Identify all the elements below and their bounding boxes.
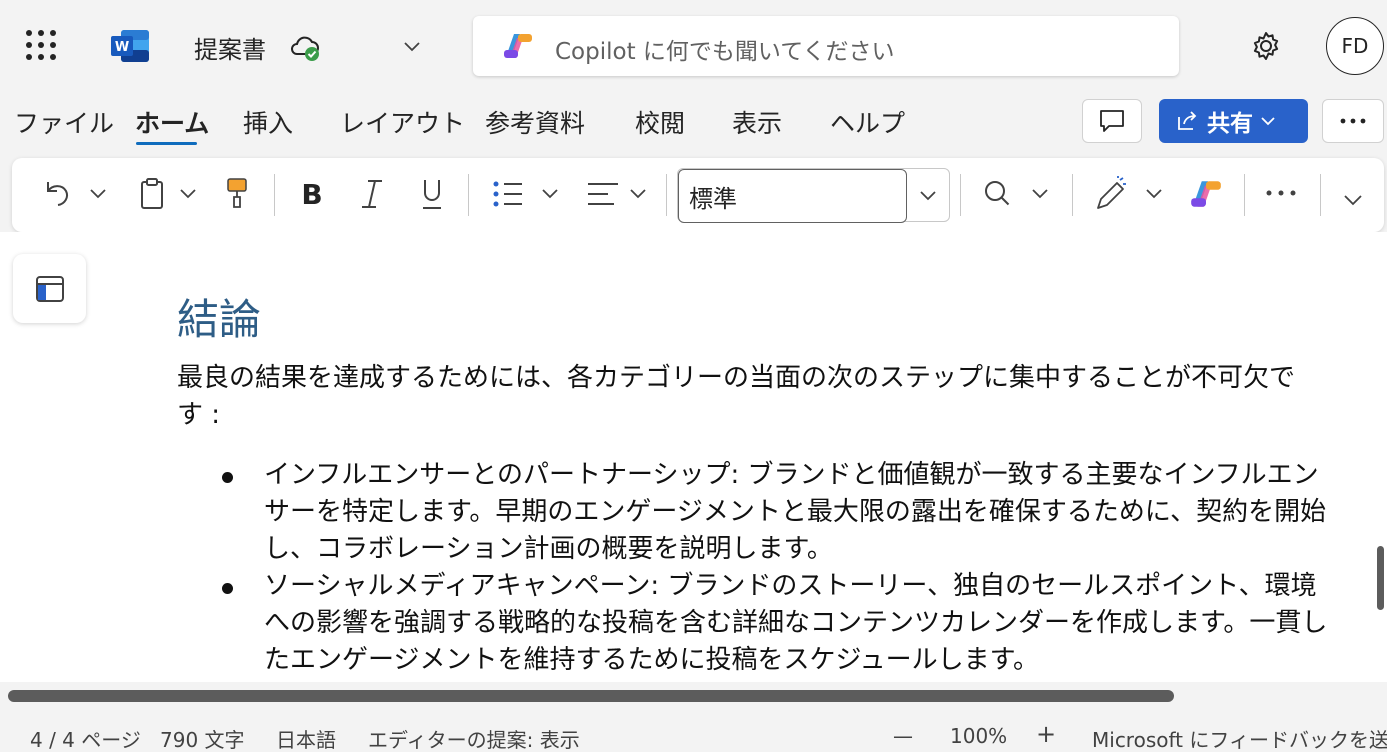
comments-button[interactable] [1082,99,1142,143]
title-bar: W 提案書 Copilot に何でも聞いてください FD [0,0,1387,92]
editor-chevron-down-icon[interactable] [1144,184,1164,204]
document-canvas[interactable]: 結論 最良の結果を達成するためには、各カテゴリーの当面の次のステップに集中するこ… [0,232,1387,682]
list-item[interactable]: ソーシャルメディアキャンペーン: ブランドのストーリー、独自のセールスポイント、… [222,568,1332,679]
list-item-text: ソーシャルメディアキャンペーン: ブランドのストーリー、独自のセールスポイント、… [264,571,1328,675]
copilot-icon [504,34,532,58]
style-input[interactable] [678,169,907,223]
tab-home[interactable]: ホーム [135,104,209,140]
home-toolbar: B [12,158,1384,232]
copilot-search-placeholder: Copilot に何でも聞いてください [555,39,895,65]
editor-suggestions-status[interactable]: エディターの提案: 表示 [368,724,580,752]
ribbon-tabs: ファイル ホーム 挿入 レイアウト 参考資料 校閲 表示 ヘルプ [0,92,1000,152]
zoom-in-button[interactable]: + [1036,720,1056,748]
bullet-dot [222,583,233,594]
italic-icon[interactable] [358,176,386,212]
svg-text:W: W [115,40,129,55]
format-painter-icon[interactable] [224,176,250,212]
underline-icon[interactable] [418,176,446,212]
more-options-button[interactable] [1322,99,1384,143]
vertical-scrollbar-thumb[interactable] [1377,546,1384,610]
toolbar-separator [468,174,469,216]
comment-icon [1100,110,1124,132]
copilot-toolbar-icon[interactable] [1188,176,1224,212]
share-label: 共有 [1207,111,1253,137]
toolbar-more-icon[interactable] [1264,188,1298,198]
bullets-chevron-down-icon[interactable] [540,184,560,204]
user-avatar[interactable]: FD [1326,17,1384,75]
ellipsis-icon [1340,118,1366,124]
page-count[interactable]: 4 / 4 ページ [30,724,141,752]
tab-references[interactable]: 参考資料 [485,104,585,140]
undo-icon[interactable] [42,176,72,210]
align-chevron-down-icon[interactable] [628,184,648,204]
toolbar-separator [666,174,667,216]
gear-icon[interactable] [1250,30,1282,62]
copilot-search-box[interactable]: Copilot に何でも聞いてください [473,16,1179,76]
toolbar-separator [1320,174,1321,216]
tab-insert[interactable]: 挿入 [243,104,293,140]
share-icon [1178,111,1197,130]
title-chevron-down-icon[interactable] [402,36,422,56]
horizontal-scrollbar-thumb[interactable] [8,690,1174,702]
tab-review[interactable]: 校閲 [635,104,685,140]
bold-icon[interactable]: B [298,176,326,212]
share-button[interactable]: 共有 [1159,99,1308,143]
toolbar-separator [274,174,275,216]
bullet-list: インフルエンサーとのパートナーシップ: ブランドと価値観が一致する主要なインフル… [222,457,1332,679]
toolbar-separator [1244,174,1245,216]
document-title[interactable]: 提案書 [194,30,266,65]
tab-file[interactable]: ファイル [14,104,114,140]
search-chevron-down-icon[interactable] [1030,184,1050,204]
toolbar-separator [1072,174,1073,216]
feedback-link[interactable]: Microsoft にフィードバックを送信 [1092,724,1387,752]
zoom-level[interactable]: 100% [950,724,1007,748]
word-app-window: W 提案書 Copilot に何でも聞いてください FD ファイル ホーム 挿入… [0,0,1387,752]
toolbar-separator [960,174,961,216]
word-logo-icon[interactable]: W [111,28,151,64]
document-paragraph[interactable]: 最良の結果を達成するためには、各カテゴリーの当面の次のステップに集中することが不… [177,360,1297,434]
status-bar: 4 / 4 ページ 790 文字 日本語 エディターの提案: 表示 — 100%… [0,718,1387,752]
ribbon-expand-chevron-icon[interactable] [1342,190,1364,210]
navigation-pane-button[interactable] [13,254,86,323]
app-launcher-icon[interactable] [26,30,56,60]
active-tab-indicator [136,142,197,145]
list-item[interactable]: インフルエンサーとのパートナーシップ: ブランドと価値観が一致する主要なインフル… [222,457,1332,568]
bullets-icon[interactable] [492,176,526,212]
list-item-text: インフルエンサーとのパートナーシップ: ブランドと価値観が一致する主要なインフル… [264,460,1327,564]
tab-help[interactable]: ヘルプ [830,104,905,140]
cloud-saved-icon [291,36,319,61]
chevron-down-icon [1261,117,1275,126]
zoom-out-button[interactable]: — [893,724,913,748]
undo-chevron-down-icon[interactable] [88,184,108,204]
style-selector [677,168,950,223]
tab-view[interactable]: 表示 [732,104,782,140]
svg-text:B: B [301,178,322,211]
tab-layout[interactable]: レイアウト [340,104,465,140]
word-count[interactable]: 790 文字 [160,724,245,752]
style-chevron-down-icon[interactable] [918,186,938,206]
language-status[interactable]: 日本語 [276,724,336,752]
editor-pen-icon[interactable] [1094,176,1128,212]
search-icon[interactable] [982,176,1012,212]
align-icon[interactable] [586,176,620,212]
bullet-dot [222,472,233,483]
document-heading[interactable]: 結論 [177,286,261,347]
navigation-pane-icon [35,275,64,302]
clipboard-chevron-down-icon[interactable] [178,184,198,204]
clipboard-icon[interactable] [138,176,166,212]
